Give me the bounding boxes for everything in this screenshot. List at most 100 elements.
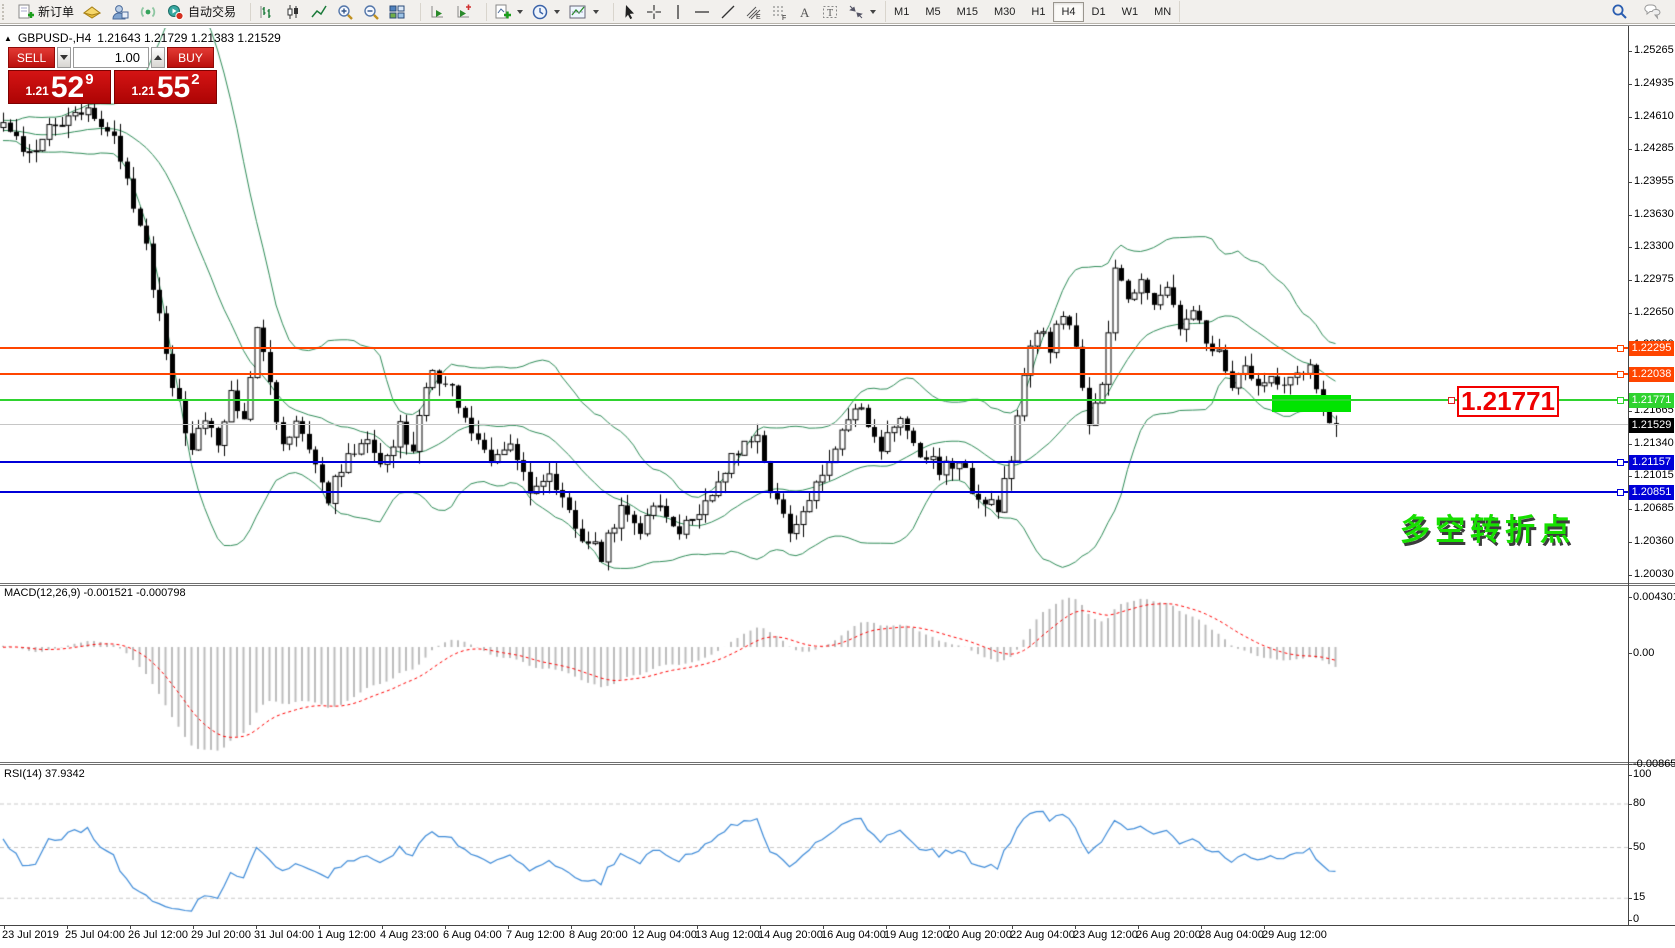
rsi-tick [1628, 775, 1632, 776]
buy-price-box[interactable]: 1.21552 [114, 70, 217, 104]
rsi-axis-label: 100 [1633, 768, 1651, 780]
timeframe-m5[interactable]: M5 [917, 2, 948, 22]
dropdown-arrow-icon [517, 10, 523, 14]
symbol-label: GBPUSD-,H4 [18, 31, 91, 45]
rsi-canvas[interactable] [0, 765, 1628, 925]
dropdown-arrow-icon [554, 10, 560, 14]
buy-button[interactable]: BUY [167, 47, 214, 68]
time-axis-label: 25 Jul 04:00 [65, 929, 125, 941]
macd-tick [1628, 653, 1632, 654]
bar-chart-button[interactable] [255, 1, 279, 22]
horizontal-line-button[interactable] [690, 1, 714, 22]
timeframe-d1[interactable]: D1 [1084, 2, 1114, 22]
horizontal-level-line[interactable] [0, 347, 1628, 349]
line-handle[interactable] [1448, 397, 1455, 404]
periods-button[interactable] [528, 1, 563, 22]
price-axis-tag: 1.22038 [1629, 367, 1674, 382]
candlestick-chart-button[interactable] [281, 1, 305, 22]
price-tick [1628, 280, 1632, 281]
volume-input[interactable] [73, 47, 149, 68]
price-tick-label: 1.24610 [1634, 110, 1674, 122]
volume-increase-button[interactable] [151, 47, 165, 68]
macd-tick [1628, 597, 1632, 598]
price-tick [1628, 575, 1632, 576]
arrow-objects-button[interactable] [844, 1, 879, 22]
auto-scroll-button[interactable] [425, 1, 449, 22]
price-tick-label: 1.20030 [1634, 568, 1674, 580]
line-handle[interactable] [1617, 489, 1624, 496]
volume-decrease-button[interactable] [57, 47, 71, 68]
new-order-label: 新订单 [38, 3, 74, 20]
panel-separator[interactable] [0, 764, 1675, 765]
text-icon: A [797, 3, 813, 21]
rsi-axis-label: 0 [1633, 913, 1639, 925]
timeframe-m15[interactable]: M15 [949, 2, 986, 22]
toolbar-grip [2, 4, 10, 20]
horizontal-level-line[interactable] [0, 373, 1628, 375]
chart-shift-button[interactable] [451, 1, 475, 22]
highlight-rectangle[interactable] [1272, 395, 1351, 412]
horizontal-level-line[interactable] [0, 491, 1628, 493]
fibonacci-button[interactable]: F [768, 1, 792, 22]
crosshair-button[interactable] [642, 1, 666, 22]
sell-price-box[interactable]: 1.21529 [8, 70, 111, 104]
price-tick-label: 1.24285 [1634, 142, 1674, 154]
collapse-icon[interactable]: ▲ [4, 34, 12, 43]
vertical-line-button[interactable] [668, 1, 688, 22]
timeframe-m1[interactable]: M1 [886, 2, 917, 22]
indicators-button[interactable] [491, 1, 526, 22]
cursor-button[interactable] [618, 1, 640, 22]
timeframe-h4[interactable]: H4 [1053, 2, 1083, 22]
sell-button[interactable]: SELL [8, 47, 55, 68]
autotrading-button[interactable]: 自动交易 [163, 1, 239, 22]
svg-text:F: F [782, 15, 786, 21]
timeframe-w1[interactable]: W1 [1114, 2, 1147, 22]
line-handle[interactable] [1617, 397, 1624, 404]
line-handle[interactable] [1617, 459, 1624, 466]
price-annotation-box[interactable]: 1.21771 [1457, 386, 1559, 417]
timeframe-m30[interactable]: M30 [986, 2, 1023, 22]
price-tick [1628, 411, 1632, 412]
timeframe-h1[interactable]: H1 [1023, 2, 1053, 22]
text-label-button[interactable]: T [818, 1, 842, 22]
time-axis-label: 26 Jul 12:00 [128, 929, 188, 941]
tile-windows-button[interactable] [385, 1, 409, 22]
time-axis-label: 12 Aug 04:00 [632, 929, 697, 941]
auto-scroll-icon [428, 3, 446, 21]
toolbar-separator [413, 3, 421, 21]
sell-price-big: 52 [51, 74, 84, 102]
horizontal-level-line[interactable] [0, 399, 1628, 401]
market-watch-button[interactable] [79, 1, 105, 22]
price-tick [1628, 149, 1632, 150]
time-axis-label: 20 Aug 20:00 [947, 929, 1012, 941]
periods-icon [531, 3, 549, 21]
templates-button[interactable] [565, 1, 602, 22]
equidistant-channel-icon: E [745, 3, 763, 21]
panel-separator[interactable] [0, 585, 1675, 586]
line-handle[interactable] [1617, 371, 1624, 378]
time-axis-label: 23 Jul 2019 [2, 929, 59, 941]
chat-button[interactable] [1639, 1, 1665, 22]
search-button[interactable] [1607, 1, 1631, 22]
signals-button[interactable] [135, 1, 161, 22]
horizontal-level-line[interactable] [0, 461, 1628, 463]
fibonacci-icon: F [771, 3, 789, 21]
timeframe-mn[interactable]: MN [1146, 2, 1179, 22]
publish-button[interactable] [107, 1, 133, 22]
line-handle[interactable] [1617, 345, 1624, 352]
zoom-in-button[interactable] [333, 1, 357, 22]
indicators-icon [494, 3, 512, 21]
line-chart-button[interactable] [307, 1, 331, 22]
trendline-button[interactable] [716, 1, 740, 22]
zoom-out-button[interactable] [359, 1, 383, 22]
new-order-button[interactable]: 新订单 [14, 1, 77, 22]
price-chart-canvas[interactable] [0, 28, 1628, 585]
price-tick [1628, 444, 1632, 445]
macd-canvas[interactable] [0, 586, 1628, 762]
mt4-window: 新订单 自动交易 [0, 0, 1675, 948]
horizontal-level-line[interactable] [0, 424, 1628, 425]
text-button[interactable]: A [794, 1, 816, 22]
equidistant-channel-button[interactable]: E [742, 1, 766, 22]
time-axis-label: 13 Aug 12:00 [695, 929, 760, 941]
turning-point-note[interactable]: 多空转折点 [1400, 505, 1575, 549]
